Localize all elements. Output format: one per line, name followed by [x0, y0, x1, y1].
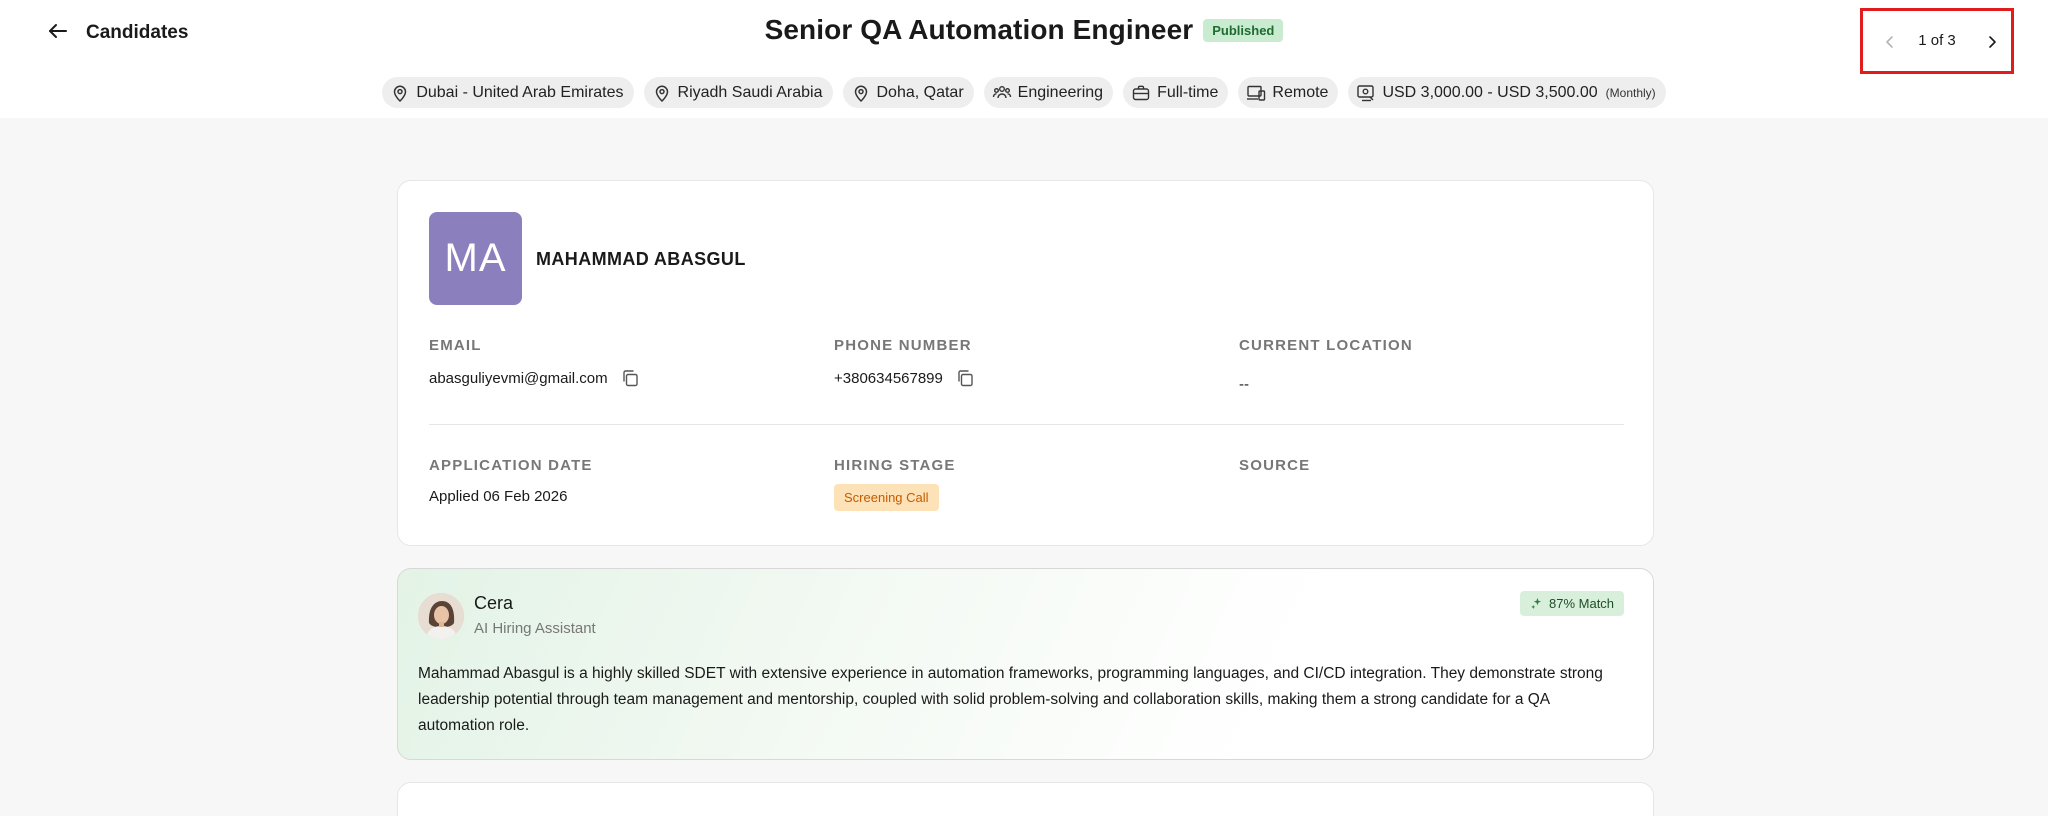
phone-field: PHONE NUMBER +380634567899 [834, 337, 975, 388]
tag-salary: USD 3,000.00 - USD 3,500.00 (Monthly) [1348, 77, 1666, 108]
hiring-stage-badge: Screening Call [834, 484, 939, 511]
location-label: CURRENT LOCATION [1239, 337, 1413, 354]
chevron-right-icon [1989, 36, 1996, 48]
tag-label: Full-time [1157, 83, 1219, 101]
candidate-summary: Mahammad Abasgul is a highly skilled SDE… [418, 665, 1603, 734]
tag-location-dubai: Dubai - United Arab Emirates [382, 77, 634, 108]
phone-label: PHONE NUMBER [834, 337, 972, 354]
application-date-value: Applied 06 Feb 2026 [429, 488, 568, 505]
copy-phone-button[interactable] [955, 368, 975, 388]
tag-label: Dubai - United Arab Emirates [416, 83, 624, 101]
candidate-details-card: MA MAHAMMAD ABASGUL EMAIL abasguliyevmi@… [397, 180, 1654, 546]
location-pin-icon [394, 85, 407, 102]
candidate-pager: 1 of 3 [1860, 8, 2014, 74]
top-header: Candidates Senior QA Automation Engineer… [0, 0, 2048, 118]
hiring-stage-label: HIRING STAGE [834, 457, 956, 474]
current-location-field: CURRENT LOCATION -- [1239, 337, 1413, 393]
application-date-field: APPLICATION DATE Applied 06 Feb 2026 [429, 457, 593, 505]
source-label: SOURCE [1239, 457, 1311, 474]
location-pin-icon [655, 85, 668, 102]
tag-employment-type: Full-time [1123, 77, 1229, 108]
candidate-name: MAHAMMAD ABASGUL [536, 249, 746, 269]
copy-icon [958, 370, 973, 387]
salary-icon [1357, 84, 1375, 101]
status-badge: Published [1203, 18, 1284, 42]
location-pin-icon [854, 85, 867, 102]
divider [429, 424, 1624, 425]
job-title-row: Senior QA Automation Engineer Published [0, 14, 2048, 46]
tag-label: Doha, Qatar [876, 83, 964, 101]
devices-icon [1247, 85, 1266, 101]
tag-department: Engineering [983, 77, 1114, 108]
email-value: abasguliyevmi@gmail.com [429, 369, 608, 387]
tag-label: Engineering [1017, 83, 1104, 101]
sparkle-icon [1531, 597, 1542, 609]
assistant-avatar [418, 593, 464, 639]
tag-workplace: Remote [1238, 77, 1339, 108]
briefcase-icon [1132, 85, 1150, 100]
team-icon [992, 85, 1011, 98]
tag-location-doha: Doha, Qatar [842, 77, 974, 108]
phone-value: +380634567899 [834, 369, 943, 387]
hiring-stage-field: HIRING STAGE Screening Call [834, 457, 956, 511]
next-section-card [397, 782, 1654, 816]
copy-icon [622, 370, 638, 387]
match-value: 87% Match [1549, 596, 1615, 611]
application-date-label: APPLICATION DATE [429, 457, 593, 474]
tag-label: USD 3,000.00 - USD 3,500.00 [1382, 83, 1598, 101]
source-field: SOURCE [1239, 457, 1310, 474]
ai-assistant-card: Cera AI Hiring Assistant 87% Match Maham… [397, 568, 1654, 760]
match-badge: 87% Match [1520, 591, 1625, 616]
email-label: EMAIL [429, 337, 482, 354]
copy-email-button[interactable] [620, 368, 640, 388]
tag-label: Remote [1272, 83, 1329, 101]
job-tags: Dubai - United Arab Emirates Riyadh Saud… [0, 77, 2048, 108]
tag-location-riyadh: Riyadh Saudi Arabia [643, 77, 833, 108]
email-field: EMAIL abasguliyevmi@gmail.com [429, 337, 640, 388]
tag-label: Riyadh Saudi Arabia [677, 83, 823, 101]
assistant-name: Cera [474, 593, 514, 613]
next-candidate-button[interactable] [1981, 31, 2003, 53]
assistant-role: AI Hiring Assistant [474, 620, 596, 637]
location-value: -- [1239, 376, 1249, 393]
avatar: MA [429, 212, 522, 305]
tag-salary-period: (Monthly) [1605, 85, 1656, 100]
job-title: Senior QA Automation Engineer [764, 14, 1194, 45]
